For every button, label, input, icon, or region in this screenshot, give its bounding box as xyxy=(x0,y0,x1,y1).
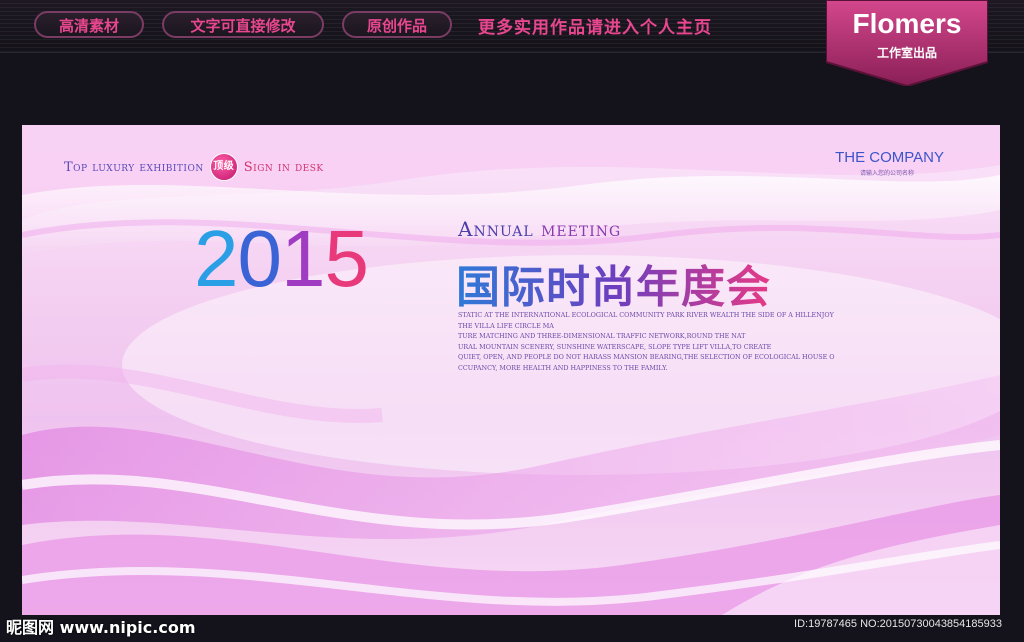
watermark-site: 昵图网 www.nipic.com xyxy=(6,618,196,637)
pill-editable-text[interactable]: 文字可直接修改 xyxy=(162,11,324,38)
year-heading: 2015 xyxy=(194,213,369,305)
pill-hd-material[interactable]: 高清素材 xyxy=(34,11,144,38)
brand-tag[interactable]: Flomers 工作室出品 xyxy=(826,0,988,86)
year-digit: 1 xyxy=(281,214,325,303)
company-placeholder: 请输入您的公司名称 xyxy=(859,170,914,177)
pill-original-work[interactable]: 原创作品 xyxy=(342,11,452,38)
year-digit: 2 xyxy=(194,214,238,303)
year-digit: 0 xyxy=(237,214,282,303)
description-line: TURE MATCHING AND THREE-DIMENSIONAL TRAF… xyxy=(458,332,746,340)
banner-board: Top luxury exhibition 顶级 Sign in desk TH… xyxy=(22,125,1000,615)
brand-subtitle: 工作室出品 xyxy=(876,46,937,60)
description-line: QUIET, OPEN, AND PEOPLE DO NOT HARASS MA… xyxy=(458,353,835,361)
chinese-title: 国际时尚年度会 xyxy=(456,251,771,315)
tagline-part2: Sign in desk xyxy=(243,159,324,175)
top-tagline: Top luxury exhibition 顶级 Sign in desk xyxy=(64,153,324,181)
tagline-part1: Top luxury exhibition xyxy=(64,159,204,175)
description-line: CCUPANCY, MORE HEALTH AND HAPPINESS TO T… xyxy=(458,363,668,372)
description-line: STATIC AT THE INTERNATIONAL ECOLOGICAL C… xyxy=(458,311,834,319)
brand-name: Flomers xyxy=(852,8,962,39)
top-badge: 顶级 xyxy=(209,153,238,181)
year-digit: 5 xyxy=(324,214,369,303)
annual-word: Annual xyxy=(458,217,534,241)
description-line: URAL MOUNTAIN SCENERY, SUNSHINE WATERSCA… xyxy=(458,342,772,351)
annual-meeting-heading: Annual meeting xyxy=(458,217,621,241)
description-block: STATIC AT THE INTERNATIONAL ECOLOGICAL C… xyxy=(458,310,858,373)
promo-text[interactable]: 更多实用作品请进入个人主页 xyxy=(478,13,712,38)
company-name: THE COMPANY xyxy=(835,149,944,166)
watermark-id: ID:19787465 NO:20150730043854185933 xyxy=(794,618,1002,630)
description-line: THE VILLA LIFE CIRCLE MA xyxy=(458,321,554,330)
meeting-word: meeting xyxy=(541,217,622,241)
